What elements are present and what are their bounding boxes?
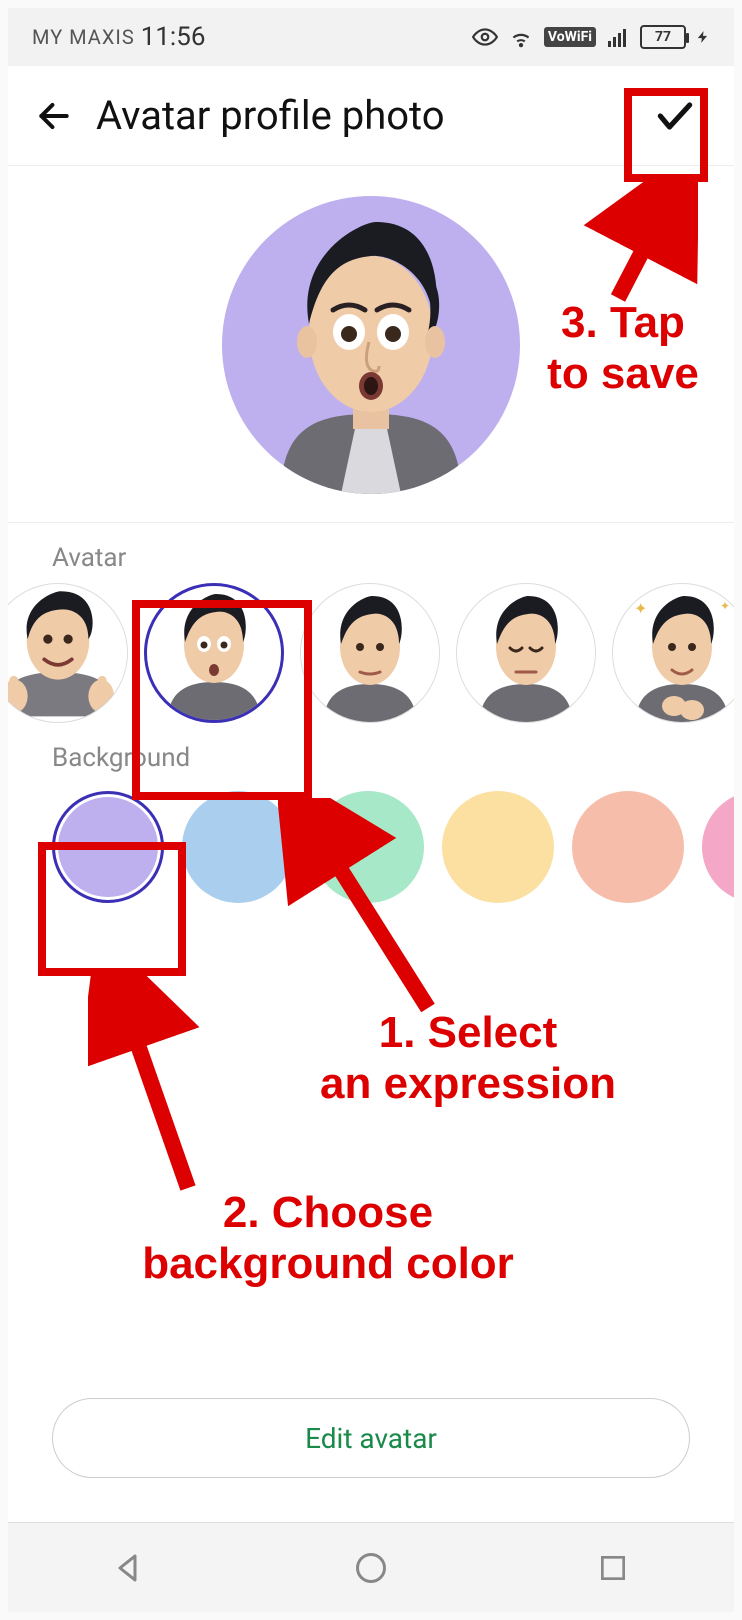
bg-option-1[interactable]	[182, 791, 294, 903]
battery-pct: 77	[655, 29, 671, 45]
status-bar: MY MAXIS 11:56 VoWiFi 77	[8, 8, 734, 66]
nav-back-button[interactable]	[107, 1546, 151, 1590]
device-frame: MY MAXIS 11:56 VoWiFi 77	[0, 0, 742, 1620]
status-right: VoWiFi 77	[472, 24, 710, 50]
avatar-option-0[interactable]	[8, 583, 128, 723]
android-nav-bar	[8, 1522, 734, 1612]
back-button[interactable]	[32, 94, 76, 138]
eye-icon	[472, 24, 498, 50]
content-area: Avatar	[8, 523, 734, 1522]
save-button[interactable]	[640, 81, 710, 151]
avatar-option-4[interactable]: ✦ ✦	[612, 583, 734, 723]
bg-option-2[interactable]	[312, 791, 424, 903]
app-bar: Avatar profile photo	[8, 66, 734, 166]
page-title: Avatar profile photo	[96, 92, 640, 139]
clock: 11:56	[141, 22, 206, 52]
bg-option-5[interactable]	[702, 791, 734, 903]
nav-home-button[interactable]	[349, 1546, 393, 1590]
carrier-label: MY MAXIS	[32, 25, 135, 49]
avatar-face-icon	[241, 214, 501, 494]
wifi-icon	[508, 24, 534, 50]
bg-option-4[interactable]	[572, 791, 684, 903]
avatar-preview-area	[8, 166, 734, 523]
vowifi-badge: VoWiFi	[544, 27, 596, 47]
avatar-option-2[interactable]	[300, 583, 440, 723]
bg-option-3[interactable]	[442, 791, 554, 903]
bg-option-0[interactable]	[52, 791, 164, 903]
nav-recents-button[interactable]	[591, 1546, 635, 1590]
edit-avatar-button[interactable]: Edit avatar	[52, 1398, 690, 1478]
svg-text:✦: ✦	[720, 599, 730, 613]
edit-avatar-label: Edit avatar	[305, 1422, 437, 1455]
background-options-row[interactable]	[8, 783, 734, 911]
avatar-preview	[222, 196, 520, 494]
avatar-option-3[interactable]	[456, 583, 596, 723]
status-left: MY MAXIS 11:56	[32, 22, 205, 52]
avatar-options-row[interactable]: ✦ ✦	[8, 583, 734, 723]
avatar-section-label: Avatar	[8, 523, 734, 583]
battery-indicator: 77	[640, 25, 686, 49]
background-section-label: Background	[8, 723, 734, 783]
signal-icon	[606, 25, 630, 49]
charging-icon	[696, 26, 710, 48]
avatar-option-1[interactable]	[144, 583, 284, 723]
svg-text:✦: ✦	[634, 599, 647, 618]
screen: MY MAXIS 11:56 VoWiFi 77	[8, 8, 734, 1522]
